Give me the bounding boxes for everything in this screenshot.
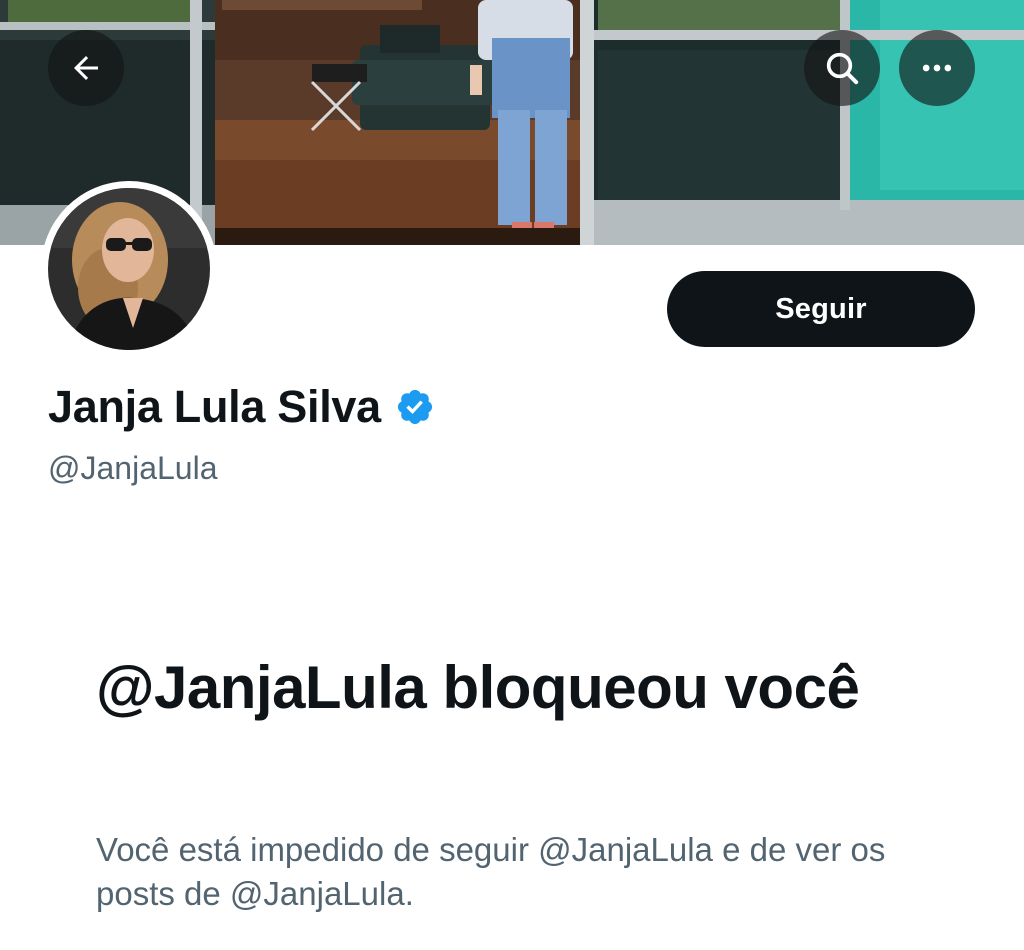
back-button[interactable]: [48, 30, 124, 106]
blocked-notice-title: @JanjaLula bloqueou você: [96, 654, 860, 721]
display-name: Janja Lula Silva: [48, 381, 381, 432]
blocked-notice-description: Você está impedido de seguir @JanjaLula …: [96, 831, 886, 912]
profile-name-row: Janja Lula Silva: [48, 381, 435, 433]
profile-handle: @JanjaLula: [48, 450, 218, 486]
follow-button[interactable]: Seguir: [667, 271, 975, 347]
search-icon: [826, 52, 859, 85]
more-horizontal-icon: [922, 64, 952, 72]
search-button[interactable]: [804, 30, 880, 106]
avatar-photo: [48, 188, 210, 350]
verified-badge-icon[interactable]: [395, 387, 435, 427]
profile-page: Seguir Janja Lula Silva @JanjaLula @Janj…: [0, 0, 1024, 950]
avatar[interactable]: [41, 181, 217, 357]
more-options-button[interactable]: [899, 30, 975, 106]
arrow-left-icon: [74, 56, 98, 80]
